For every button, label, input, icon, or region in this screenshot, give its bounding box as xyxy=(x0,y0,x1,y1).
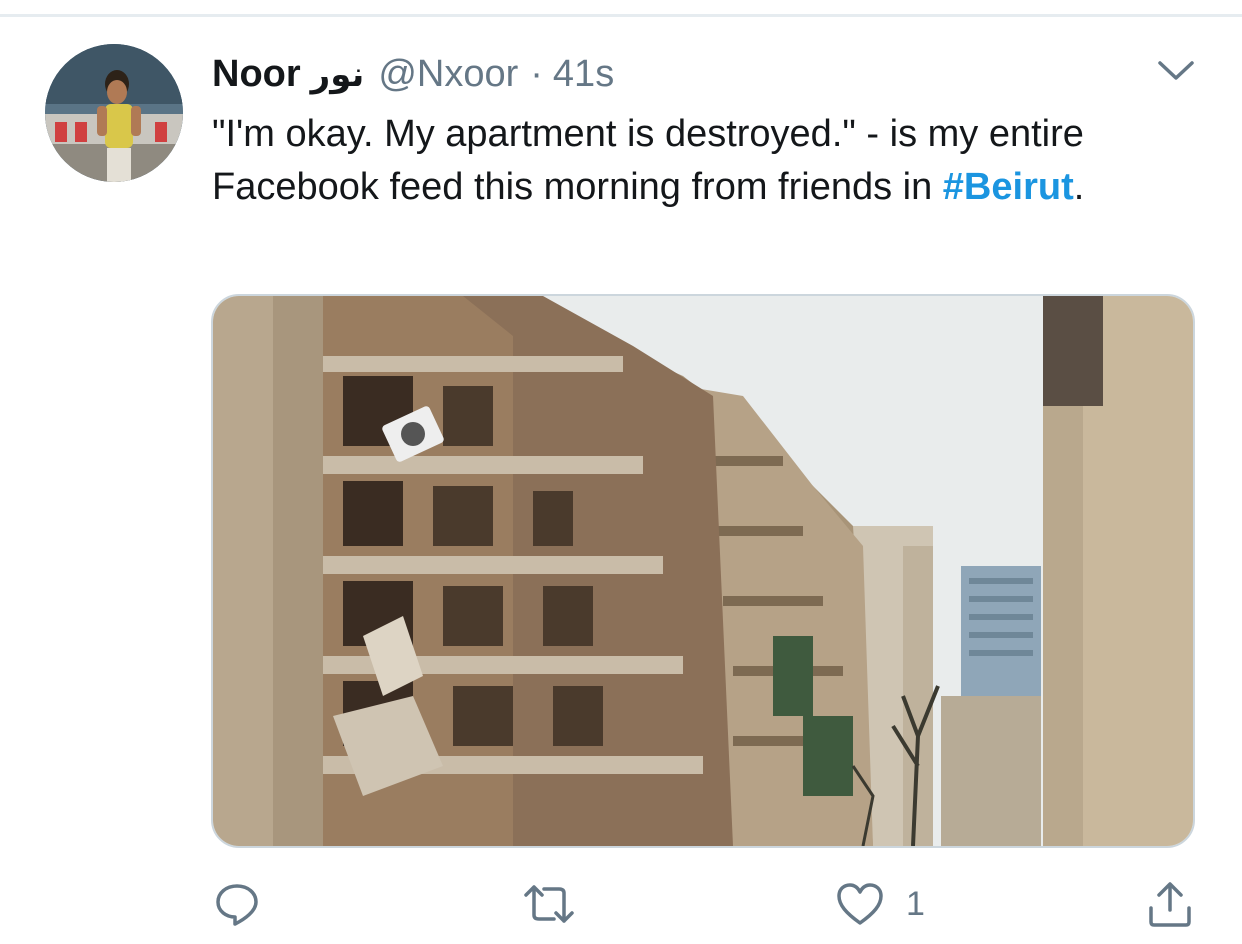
display-name[interactable]: Noor xyxy=(212,50,301,98)
avatar-image xyxy=(45,44,183,182)
share-icon xyxy=(1149,882,1191,927)
tweet-header: Noor نور @Nxoor · 41s xyxy=(212,50,614,98)
retweet-icon xyxy=(524,885,574,923)
timestamp[interactable]: 41s xyxy=(553,50,614,98)
tweet[interactable]: Noor نور @Nxoor · 41s "I'm okay. My apar… xyxy=(0,0,1242,944)
tweet-text: "I'm okay. My apartment is destroyed." -… xyxy=(212,108,1202,214)
avatar[interactable] xyxy=(45,44,183,182)
photo-of-destroyed-apartment-buildings xyxy=(213,296,1193,846)
tweet-actions: 1 xyxy=(0,872,1242,936)
display-name-alt[interactable]: نور xyxy=(311,51,365,99)
user-handle[interactable]: @Nxoor xyxy=(378,50,518,98)
tweet-text-end: . xyxy=(1073,166,1085,208)
reply-button[interactable] xyxy=(214,872,260,936)
share-button[interactable] xyxy=(1146,872,1194,936)
chevron-down-icon[interactable] xyxy=(1156,56,1196,86)
heart-icon xyxy=(837,883,883,925)
hashtag-link[interactable]: #Beirut xyxy=(943,166,1074,208)
reply-icon xyxy=(216,884,258,926)
retweet-button[interactable] xyxy=(522,872,576,936)
like-button[interactable]: 1 xyxy=(836,872,925,936)
separator-dot: · xyxy=(530,53,543,95)
tweet-media-photo[interactable] xyxy=(211,294,1195,848)
like-count: 1 xyxy=(906,884,925,923)
